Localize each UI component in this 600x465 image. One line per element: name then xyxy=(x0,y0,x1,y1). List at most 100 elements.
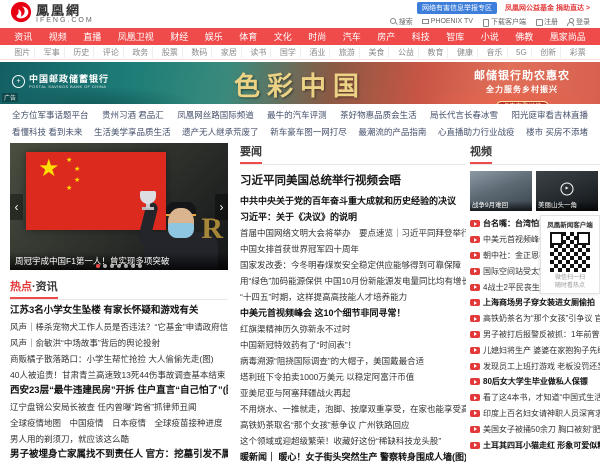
report-badge[interactable]: 网络有害信息举报专区 xyxy=(417,2,497,14)
text-ad-link[interactable]: 生活美学享品质生活 xyxy=(94,126,171,138)
yaowen-news-item[interactable]: 国家发改委：今冬明春煤炭安全稳定供应能够得到可靠保障 xyxy=(240,257,466,273)
sub-nav-item[interactable]: 家居 xyxy=(217,47,242,58)
yaowen-news-item[interactable]: 中美元首视频峰会 这10个细节非同寻常！ xyxy=(240,305,466,321)
sub-nav-item[interactable]: 美食 xyxy=(364,47,389,58)
text-ad-link[interactable]: 看懂科技 看到未来 xyxy=(12,126,82,138)
text-ad-link[interactable]: 最牛的汽车评测 xyxy=(267,109,327,121)
video-list-item[interactable]: 男子被打后报警反被抓：1年前曾将别人打伤 xyxy=(470,327,600,343)
yaowen-news-item[interactable]: 中国新冠特效药有了“时间表”！ xyxy=(240,337,466,353)
yaowen-news-item[interactable]: 高铁奶茶取名“那个女孩”惹争议 广州铁路回应 xyxy=(240,417,466,433)
main-nav-item[interactable]: 文化 xyxy=(274,30,292,43)
sub-nav-item[interactable]: 酒业 xyxy=(305,47,330,58)
yaowen-news-item[interactable]: 暖新闻｜ 暖心！女子街头突然生产 警察转身围成人墙(图) xyxy=(240,449,466,465)
video-list-item[interactable]: 高铁奶茶名为“那个女孩”引争议 官方回应 xyxy=(470,311,600,327)
video-list-item[interactable]: 80后女大学生毕业做私人保镖 xyxy=(470,374,600,390)
text-ad-link[interactable]: 心直播助力行业战疫 xyxy=(438,126,515,138)
sub-nav-item[interactable]: 图片 xyxy=(10,47,35,58)
hot-news-item[interactable]: 江苏3名小学女生坠楼 有家长怀疑和游戏有关 xyxy=(10,303,228,319)
video-list-item[interactable]: 儿媳妇将生产 婆婆在家抱狗子先练手 xyxy=(470,342,600,358)
sub-nav-item[interactable]: 教育 xyxy=(423,47,448,58)
main-nav-item[interactable]: 佛教 xyxy=(515,30,533,43)
quick-link[interactable]: 登录 xyxy=(567,17,590,27)
quick-link[interactable]: 注册 xyxy=(535,17,558,27)
text-ad-link[interactable]: 贵州习酒 君品汇 xyxy=(102,109,164,121)
main-nav-item[interactable]: 时尚 xyxy=(308,30,326,43)
carousel-dot[interactable] xyxy=(103,264,107,268)
sub-nav-item[interactable]: 创新 xyxy=(536,47,561,58)
sub-nav-item[interactable]: 读书 xyxy=(246,47,271,58)
main-nav-item[interactable]: 直播 xyxy=(83,30,101,43)
video-list-item[interactable]: 发现员工上班打游戏 老板没罚还奖励300元？ xyxy=(470,358,600,374)
hot-news-item[interactable]: 风声｜棒杀宠物犬工作人员是否违法？“它基金”申请政府信息公开 xyxy=(10,319,228,335)
hot-news-item[interactable]: 全球疫情地图 中国疫情 日本疫情 全球疫苗接种进度 xyxy=(10,415,228,431)
video-list-item[interactable]: 印度上百名妇女请神职人员深宵求子 xyxy=(470,406,600,422)
carousel-dot[interactable] xyxy=(117,264,121,268)
carousel-dot[interactable] xyxy=(124,264,128,268)
lead-headline[interactable]: 习近平同美国总统举行视频会晤 xyxy=(240,172,466,188)
main-nav-item[interactable]: 小说 xyxy=(481,30,499,43)
yaowen-news-item[interactable]: 首届中国网络文明大会将举办 要点速览｜习近平同拜登举行视频会晤 xyxy=(240,225,466,241)
sub-nav-item[interactable]: 音乐 xyxy=(483,47,508,58)
text-ad-link[interactable]: 遗产无人继承荒废了 xyxy=(182,126,259,138)
hot-news-item[interactable]: 辽宁盘锦公安局长被查 任内曾曝“跨省”抓律师丑闻 xyxy=(10,399,228,415)
main-nav-item[interactable]: 娱乐 xyxy=(205,30,223,43)
main-nav-item[interactable]: 凤凰卫视 xyxy=(118,30,154,43)
carousel-dot[interactable] xyxy=(96,264,100,268)
sub-nav-item[interactable]: 政务 xyxy=(128,47,153,58)
tab-info[interactable]: 资讯 xyxy=(36,281,58,293)
yaowen-news-item[interactable]: 亚美尼亚与阿塞拜疆战火再起 xyxy=(240,385,466,401)
main-nav-item[interactable]: 体育 xyxy=(239,30,257,43)
main-nav-item[interactable]: 资讯 xyxy=(14,30,32,43)
hot-news-item[interactable]: 男子被埋身亡家属找不到责任人 官方：挖墓引发不属安全事故 xyxy=(10,447,228,463)
text-ad-link[interactable]: 最潮流的产品指南 xyxy=(358,126,426,138)
text-ad-link[interactable]: 新车豪车图一网打尽 xyxy=(270,126,347,138)
carousel-dot[interactable] xyxy=(110,264,114,268)
sub-nav-item[interactable]: 评论 xyxy=(99,47,124,58)
quick-link[interactable]: 搜索 xyxy=(390,17,413,27)
sub-nav-item[interactable]: 数码 xyxy=(187,47,212,58)
hot-news-item[interactable]: 男人用的剃须刀，就应该这么酷 xyxy=(10,431,228,447)
main-nav-item[interactable]: 智库 xyxy=(446,30,464,43)
main-nav-item[interactable]: 财经 xyxy=(170,30,188,43)
quick-link[interactable]: 下载客户端 xyxy=(482,17,526,27)
hot-news-item[interactable]: 40人被追责！甘肃青兰高速致13死44伤事故调查基本结束 xyxy=(10,367,228,383)
sub-nav-item[interactable]: 股票 xyxy=(158,47,183,58)
charity-link[interactable]: 凤凰网公益基金 捐助直达 > xyxy=(505,3,590,13)
video-thumbnail[interactable]: 战争9月难回 xyxy=(470,171,532,211)
main-nav-item[interactable]: 科技 xyxy=(412,30,430,43)
yaowen-news-item[interactable]: 中共中央关于党的百年奋斗重大成就和历史经验的决议 xyxy=(240,193,466,209)
hot-news-item[interactable]: 西安23层“最牛违建民房”开拆 住户直言“自己怕了”(图) xyxy=(10,383,228,399)
video-list-item[interactable]: 美国女子被捅50余刀 胸口被刻“肥胖”字样 xyxy=(470,421,600,437)
yaowen-news-item[interactable]: 用“绿色”加码能源保供 中国10月份新能源发电量同比均有增长 xyxy=(240,273,466,289)
text-ad-link[interactable]: 局长代言长春冰雪 xyxy=(430,109,498,121)
video-list-item[interactable]: 土耳其四耳小猫走红 形象可爱似精灵 xyxy=(470,437,600,453)
sub-nav-item[interactable]: 健康 xyxy=(453,47,478,58)
ifeng-logo[interactable]: 鳳凰網 IFENG.COM xyxy=(10,1,94,28)
banner-ad[interactable]: + 中国邮政储蓄银行 POSTAL SAVINGS BANK OF CHINA … xyxy=(0,62,600,104)
main-nav-item[interactable]: 凰家尚品 xyxy=(550,30,586,43)
yaowen-news-item[interactable]: 病毒溯源“阻挠国际调查”的大帽子，美国戴最合适 xyxy=(240,353,466,369)
tab-video[interactable]: 视频 xyxy=(470,143,492,164)
text-ad-link[interactable]: 茶好物惠品质会生活 xyxy=(340,109,417,121)
video-list-item[interactable]: 上海商场男子穿女装进女厕偷拍 xyxy=(470,295,600,311)
hot-news-item[interactable]: 风声｜俞敏洪“中场故事”背后的舆论投射 xyxy=(10,335,228,351)
text-ad-link[interactable]: 全方位军事话题平台 xyxy=(12,109,89,121)
main-nav-item[interactable]: 房产 xyxy=(377,30,395,43)
yaowen-news-item[interactable]: 中国女排首获世界冠军四十周年 xyxy=(240,241,466,257)
yaowen-news-item[interactable]: 习近平：关于《决议》的说明 xyxy=(240,209,466,225)
main-nav-item[interactable]: 视频 xyxy=(49,30,67,43)
sub-nav-item[interactable]: 旅游 xyxy=(335,47,360,58)
text-ad-link[interactable]: 阳光庭审看吉林直播 xyxy=(511,109,588,121)
quick-link[interactable]: PHOENIX TV xyxy=(422,18,473,25)
sub-nav-item[interactable]: 军事 xyxy=(40,47,65,58)
video-thumbnail[interactable]: ▸ 美丽山头一角 xyxy=(536,171,598,211)
yaowen-news-item[interactable]: “十四五”时期，这样提高高技能人才培养能力 xyxy=(240,289,466,305)
text-ad-link[interactable]: 凤凰网丝路国际频道 xyxy=(177,109,254,121)
carousel-dot[interactable] xyxy=(131,264,135,268)
carousel-next-arrow[interactable]: › xyxy=(215,194,228,220)
text-ad-link[interactable]: 楼市 买房不添堵 xyxy=(526,126,588,138)
sub-nav-item[interactable]: 5G xyxy=(512,48,532,57)
sub-nav-item[interactable]: 历史 xyxy=(69,47,94,58)
tab-yaowen[interactable]: 要闻 xyxy=(240,143,262,164)
sub-nav-item[interactable]: 彩票 xyxy=(566,47,590,58)
